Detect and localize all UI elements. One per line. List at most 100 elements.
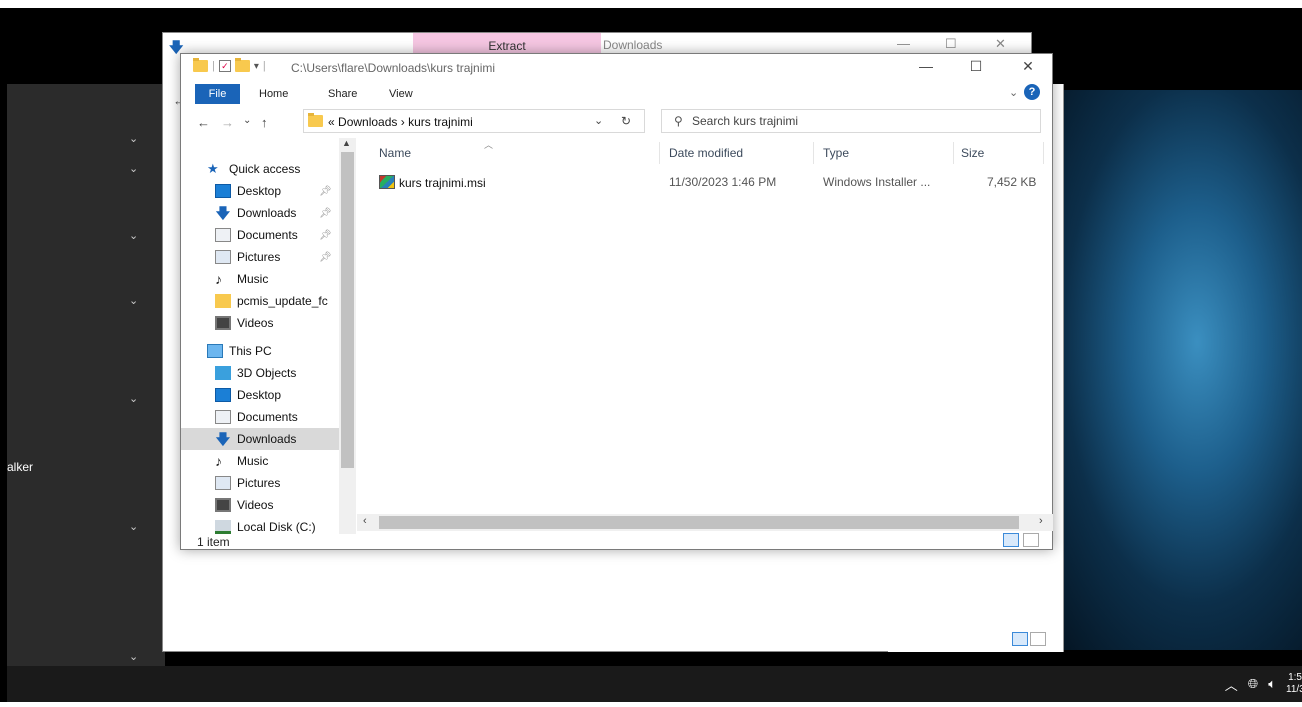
background-app-label: alker xyxy=(7,460,34,474)
quick-access-toolbar: | ✓ ▾ | xyxy=(193,58,266,72)
clock[interactable]: 1:5 11/3 xyxy=(1286,672,1302,696)
horizontal-scrollbar[interactable]: ‹ › xyxy=(357,514,1053,531)
column-divider[interactable] xyxy=(813,142,814,164)
file-type-cell: Windows Installer ... xyxy=(823,175,931,189)
minimize-button[interactable]: — xyxy=(911,58,941,74)
close-button[interactable]: ✕ xyxy=(1013,58,1043,75)
scrollbar-thumb[interactable] xyxy=(341,152,354,468)
breadcrumb-separator[interactable]: › xyxy=(401,115,405,129)
chevron-down-icon[interactable]: ⌄ xyxy=(129,294,138,307)
up-arrow-icon[interactable]: ↑ xyxy=(261,115,268,130)
help-icon[interactable]: ? xyxy=(1024,84,1040,100)
chevron-down-icon[interactable]: ⌄ xyxy=(129,229,138,242)
search-box[interactable]: ⚲ xyxy=(661,109,1041,133)
tab-share[interactable]: Share xyxy=(328,88,357,100)
nav-qa-desktop[interactable]: Desktop 📌︎ xyxy=(181,180,339,202)
details-view-icon[interactable] xyxy=(1012,632,1028,646)
network-globe-icon[interactable]: 🌐︎ xyxy=(1248,676,1258,692)
nav-pc-music[interactable]: ♪ Music xyxy=(181,450,339,472)
column-divider[interactable] xyxy=(1043,142,1044,164)
file-name-cell[interactable]: kurs trajnimi.msi xyxy=(379,175,486,190)
titlebar[interactable]: | ✓ ▾ | C:\Users\flare\Downloads\kurs tr… xyxy=(181,54,1052,82)
explorer-window[interactable]: | ✓ ▾ | C:\Users\flare\Downloads\kurs tr… xyxy=(180,53,1053,550)
scroll-right-icon[interactable]: › xyxy=(1039,515,1043,527)
nav-qa-music[interactable]: ♪ Music xyxy=(181,268,339,290)
column-header-size[interactable]: Size xyxy=(961,146,984,160)
nav-qa-downloads[interactable]: 🡇 Downloads 📌︎ xyxy=(181,202,339,224)
show-hidden-icons-icon[interactable]: ︿ xyxy=(1225,675,1238,694)
nav-quick-access[interactable]: ★ Quick access xyxy=(207,158,356,180)
installer-icon xyxy=(379,175,395,189)
column-divider[interactable] xyxy=(953,142,954,164)
nav-qa-documents[interactable]: Documents 📌︎ xyxy=(181,224,339,246)
background-close-button[interactable]: ✕ xyxy=(995,36,1006,52)
customize-toolbar-icon[interactable]: ▾ xyxy=(254,61,259,72)
column-header-date[interactable]: Date modified xyxy=(669,146,743,160)
breadcrumb-kurs-trajnimi[interactable]: kurs trajnimi xyxy=(408,115,473,129)
nav-this-pc[interactable]: This PC xyxy=(181,340,339,362)
breadcrumb-overflow[interactable]: « xyxy=(328,115,335,129)
address-dropdown-icon[interactable]: ⌄ xyxy=(594,114,603,127)
expand-ribbon-icon[interactable]: ⌄ xyxy=(1009,86,1018,99)
table-row[interactable]: kurs trajnimi.msi 11/30/2023 1:46 PM Win… xyxy=(377,172,1037,192)
file-date-cell: 11/30/2023 1:46 PM xyxy=(669,175,777,189)
nav-label: pcmis_update_fc xyxy=(237,294,328,308)
nav-label: Desktop xyxy=(237,184,282,198)
nav-pc-documents[interactable]: Documents xyxy=(181,406,339,428)
download-icon: 🡇 xyxy=(215,431,231,447)
background-maximize-button[interactable]: ☐ xyxy=(945,36,957,52)
star-icon: ★ xyxy=(207,161,219,176)
search-input[interactable] xyxy=(692,112,1022,130)
music-icon: ♪ xyxy=(215,453,222,469)
navigation-scrollbar[interactable]: ▲ xyxy=(339,138,356,534)
chevron-down-icon[interactable]: ⌄ xyxy=(129,392,138,405)
breadcrumb-downloads[interactable]: Downloads xyxy=(338,115,397,129)
details-view-icon[interactable] xyxy=(1003,533,1019,547)
nav-label: Music xyxy=(237,454,269,468)
nav-qa-pcmis[interactable]: pcmis_update_fc xyxy=(181,290,339,312)
column-header-name[interactable]: Name xyxy=(379,146,411,160)
chevron-down-icon[interactable]: ⌄ xyxy=(129,650,138,663)
nav-qa-videos[interactable]: Videos xyxy=(181,312,339,334)
large-icons-view-icon[interactable] xyxy=(1030,632,1046,646)
nav-qa-pictures[interactable]: Pictures 📌︎ xyxy=(181,246,339,268)
nav-label: Pictures xyxy=(237,476,281,490)
chevron-down-icon[interactable]: ⌄ xyxy=(129,132,138,145)
nav-pc-pictures[interactable]: Pictures xyxy=(181,472,339,494)
scrollbar-thumb[interactable] xyxy=(379,516,1019,529)
3d-objects-icon xyxy=(215,366,231,380)
maximize-button[interactable]: ☐ xyxy=(961,58,991,75)
toolbar-divider: | xyxy=(262,60,266,72)
file-size-cell: 7,452 KB xyxy=(987,175,1037,189)
chevron-down-icon[interactable]: ⌄ xyxy=(129,162,138,175)
forward-arrow-icon[interactable]: → xyxy=(221,115,234,130)
new-folder-icon[interactable] xyxy=(234,58,250,72)
nav-pc-videos[interactable]: Videos xyxy=(181,494,339,516)
large-icons-view-icon[interactable] xyxy=(1023,533,1039,547)
recent-locations-icon[interactable]: ⌄ xyxy=(243,115,251,126)
nav-label: Downloads xyxy=(237,206,297,220)
column-header-type[interactable]: Type xyxy=(823,146,849,160)
nav-label: Quick access xyxy=(229,162,301,176)
scroll-left-icon[interactable]: ‹ xyxy=(363,515,367,527)
clock-time: 1:5 xyxy=(1288,672,1302,683)
breadcrumb: « Downloads › kurs trajnimi xyxy=(328,115,473,129)
volume-icon[interactable]: 🔈︎ xyxy=(1268,676,1276,692)
nav-pc-3d-objects[interactable]: 3D Objects xyxy=(181,362,339,384)
background-minimize-button[interactable]: — xyxy=(897,36,910,51)
back-arrow-icon[interactable]: ← xyxy=(197,115,210,130)
tab-view[interactable]: View xyxy=(389,88,413,100)
properties-icon[interactable]: ✓ xyxy=(218,60,231,72)
folder-icon xyxy=(308,113,323,127)
column-divider[interactable] xyxy=(659,142,660,164)
nav-pc-desktop[interactable]: Desktop xyxy=(181,384,339,406)
chevron-down-icon[interactable]: ⌄ xyxy=(129,520,138,533)
scroll-up-icon[interactable]: ▲ xyxy=(342,138,351,148)
address-bar[interactable]: « Downloads › kurs trajnimi ⌄ xyxy=(303,109,645,133)
refresh-icon[interactable]: ↻ xyxy=(621,114,631,128)
tab-file[interactable]: File xyxy=(195,84,240,104)
tab-home[interactable]: Home xyxy=(259,88,288,100)
nav-pc-downloads[interactable]: 🡇 Downloads xyxy=(181,428,339,450)
pin-icon: 📌︎ xyxy=(319,185,332,197)
documents-icon xyxy=(215,410,231,424)
